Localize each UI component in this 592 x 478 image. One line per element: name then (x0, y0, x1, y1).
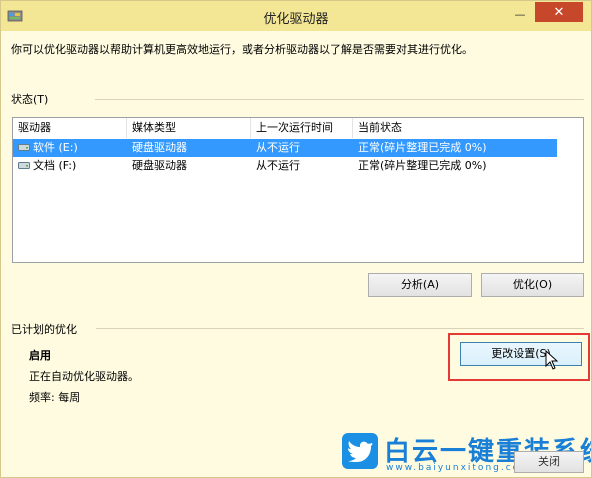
drive-media-type: 硬盘驱动器 (132, 141, 187, 154)
window-title: 优化驱动器 (263, 12, 329, 27)
title-bar[interactable]: 优化驱动器 — ✕ (1, 1, 591, 31)
column-header-media-type[interactable]: 媒体类型 (127, 118, 251, 138)
schedule-state: 启用 (29, 349, 51, 362)
hard-drive-icon (18, 162, 30, 169)
close-icon: ✕ (553, 4, 565, 20)
drives-list[interactable]: 驱动器 媒体类型 上一次运行时间 当前状态 软件 (E:) 硬盘驱动器 从不运行… (12, 117, 584, 263)
minimize-button[interactable]: — (509, 5, 531, 23)
drive-media-type: 硬盘驱动器 (132, 159, 187, 172)
window-close-button[interactable]: ✕ (535, 2, 583, 22)
drive-name: 软件 (E:) (33, 141, 78, 154)
drive-name: 文档 (F:) (33, 159, 77, 172)
close-button[interactable]: 关闭 (514, 451, 584, 473)
scheduled-optimization-label: 已计划的优化 (11, 323, 77, 336)
drive-status: 正常(碎片整理已完成 0%) (358, 141, 487, 154)
list-scrollbar[interactable] (563, 138, 583, 262)
schedule-frequency: 频率: 每周 (29, 391, 81, 404)
column-header-current-status[interactable]: 当前状态 (353, 118, 563, 138)
intro-text: 你可以优化驱动器以帮助计算机更高效地运行，或者分析驱动器以了解是否需要对其进行优… (11, 43, 473, 56)
change-settings-button[interactable]: 更改设置(S) (460, 342, 582, 366)
minimize-icon: — (514, 7, 526, 21)
column-header-last-run[interactable]: 上一次运行时间 (251, 118, 353, 138)
mouse-cursor-icon (545, 350, 559, 370)
status-divider (95, 99, 584, 100)
hard-drive-icon (18, 144, 30, 151)
drive-status: 正常(碎片整理已完成 0%) (358, 159, 487, 172)
drive-last-run: 从不运行 (256, 159, 300, 172)
watermark-url: www.baiyunxitong.com (386, 463, 531, 473)
drives-list-header: 驱动器 媒体类型 上一次运行时间 当前状态 (13, 118, 583, 138)
schedule-description: 正在自动优化驱动器。 (29, 370, 139, 383)
analyze-button[interactable]: 分析(A) (368, 273, 472, 297)
drive-row-f[interactable]: 文档 (F:) 硬盘驱动器 从不运行 正常(碎片整理已完成 0%) (13, 157, 557, 175)
bird-logo-icon (342, 433, 378, 469)
window-client-area: 你可以优化驱动器以帮助计算机更高效地运行，或者分析驱动器以了解是否需要对其进行优… (2, 31, 591, 477)
column-header-drive[interactable]: 驱动器 (13, 118, 127, 138)
scheduled-divider (96, 328, 584, 329)
optimize-drives-window: 优化驱动器 — ✕ 你可以优化驱动器以帮助计算机更高效地运行，或者分析驱动器以了… (0, 0, 592, 478)
drive-last-run: 从不运行 (256, 141, 300, 154)
status-section-label: 状态(T) (11, 93, 49, 106)
optimize-button[interactable]: 优化(O) (481, 273, 584, 297)
drive-row-e[interactable]: 软件 (E:) 硬盘驱动器 从不运行 正常(碎片整理已完成 0%) (13, 139, 557, 157)
